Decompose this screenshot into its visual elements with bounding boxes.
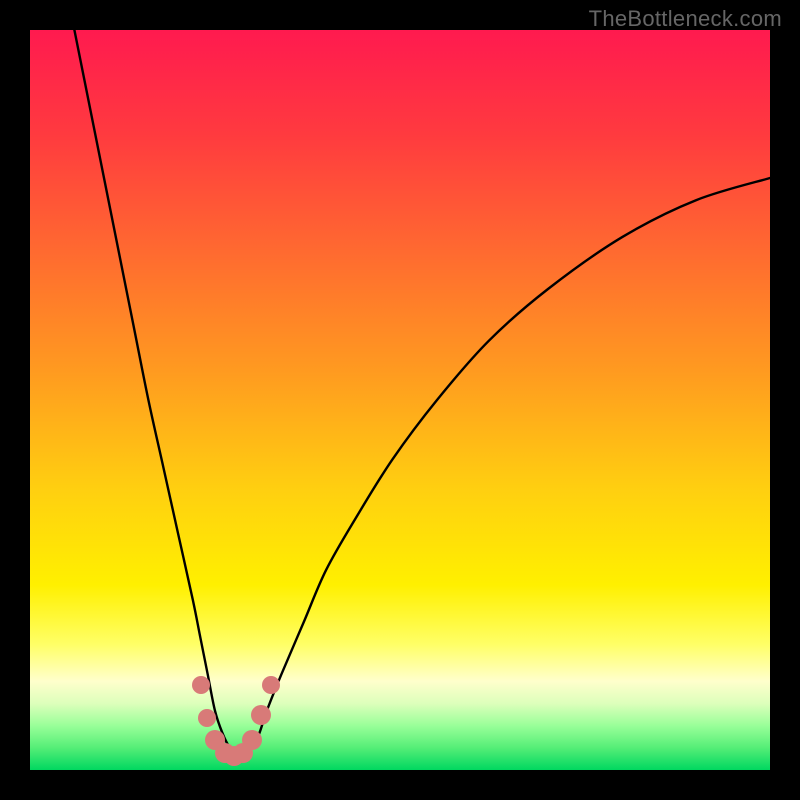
- gradient-background: [30, 30, 770, 770]
- chart-frame: TheBottleneck.com: [0, 0, 800, 800]
- curve-marker: [251, 705, 271, 725]
- curve-marker: [262, 676, 280, 694]
- curve-marker: [198, 709, 216, 727]
- plot-area: [30, 30, 770, 770]
- gradient-and-curve-svg: [30, 30, 770, 770]
- curve-marker: [242, 730, 262, 750]
- watermark-label: TheBottleneck.com: [589, 6, 782, 32]
- curve-marker: [192, 676, 210, 694]
